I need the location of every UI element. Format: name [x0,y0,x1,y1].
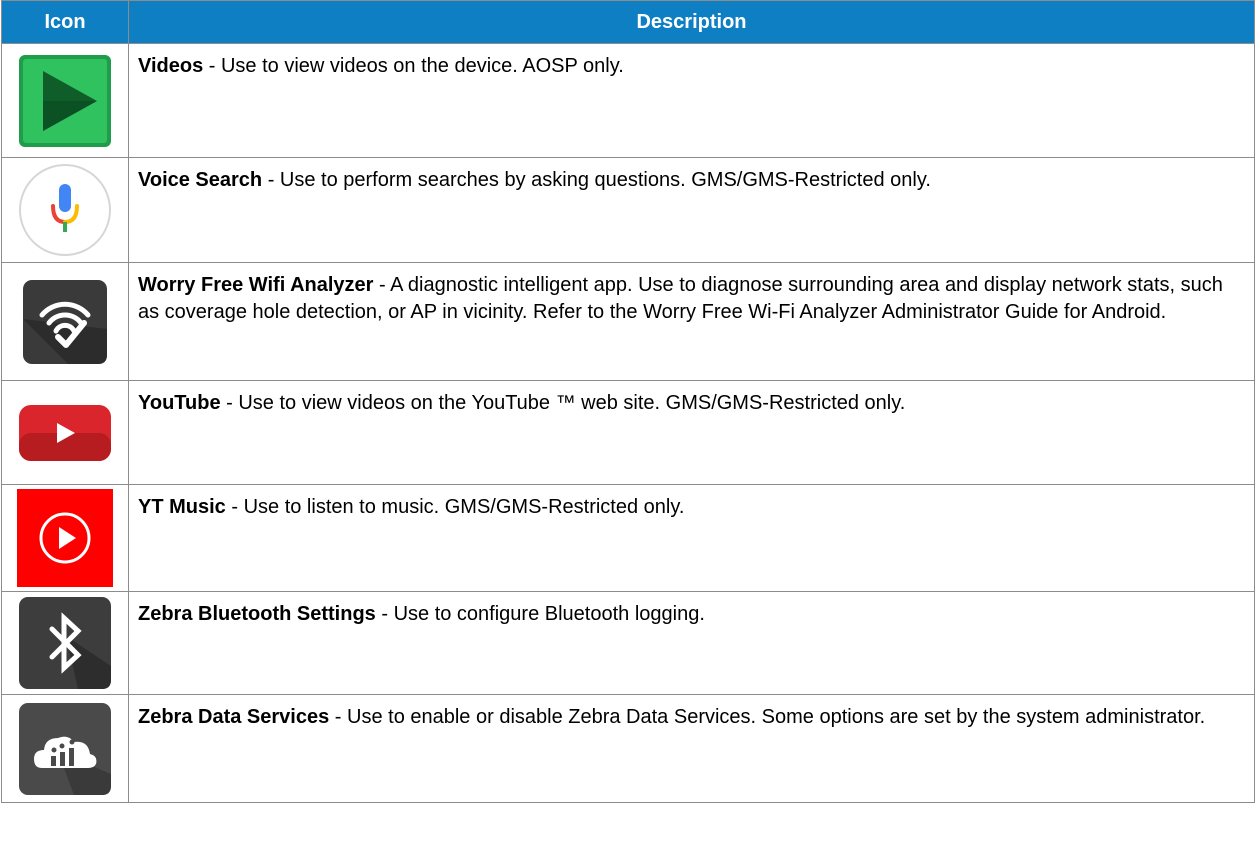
row-description: - Use to view videos on the device. AOSP… [203,55,624,77]
youtube-icon [17,403,113,463]
table-row: YouTube - Use to view videos on the YouT… [1,380,1255,485]
description-cell: Worry Free Wifi Analyzer - A diagnostic … [128,262,1255,381]
row-description: - Use to enable or disable Zebra Data Se… [329,706,1206,728]
row-title: Voice Search [138,169,263,191]
row-description: - Use to configure Bluetooth logging. [375,603,705,625]
icon-column-header: Icon [1,0,129,44]
worry-free-wifi-analyzer-icon [22,279,108,365]
videos-play-icon [17,53,113,149]
table-row: Voice Search - Use to perform searches b… [1,157,1255,263]
zebra-data-services-cloud-icon [18,702,112,796]
row-title: Videos [138,55,204,77]
description-cell: Zebra Bluetooth Settings - Use to config… [128,591,1255,695]
description-cell: Voice Search - Use to perform searches b… [128,157,1255,263]
table-row: Worry Free Wifi Analyzer - A diagnostic … [1,262,1255,381]
table-row: Zebra Data Services - Use to enable or d… [1,694,1255,803]
row-title: YT Music [138,496,226,518]
icon-cell [1,262,129,381]
row-description: - Use to perform searches by asking ques… [262,169,931,191]
icon-cell [1,157,129,263]
icon-cell [1,694,129,803]
icon-cell [1,484,129,592]
voice-search-microphone-icon [17,162,113,258]
table-row: YT Music - Use to listen to music. GMS/G… [1,484,1255,592]
icon-cell [1,43,129,158]
description-cell: YouTube - Use to view videos on the YouT… [128,380,1255,485]
table-row: Videos - Use to view videos on the devic… [1,43,1255,158]
row-title: Zebra Bluetooth Settings [138,603,376,625]
description-cell: YT Music - Use to listen to music. GMS/G… [128,484,1255,592]
row-title: Zebra Data Services [138,706,330,728]
table-row: Zebra Bluetooth Settings - Use to config… [1,591,1255,695]
description-cell: Zebra Data Services - Use to enable or d… [128,694,1255,803]
table-header-row: Icon Description [1,0,1255,44]
row-title: Worry Free Wifi Analyzer [138,274,374,296]
description-column-header: Description [128,0,1255,44]
row-title: YouTube [138,392,221,414]
icon-cell [1,380,129,485]
app-icon-table: Icon Description Videos - Use to view vi… [1,0,1255,803]
zebra-bluetooth-icon [18,596,112,690]
description-cell: Videos - Use to view videos on the devic… [128,43,1255,158]
icon-cell [1,591,129,695]
yt-music-icon [17,489,113,587]
row-description: - Use to view videos on the YouTube ™ we… [220,392,906,414]
row-description: - Use to listen to music. GMS/GMS-Restri… [225,496,685,518]
